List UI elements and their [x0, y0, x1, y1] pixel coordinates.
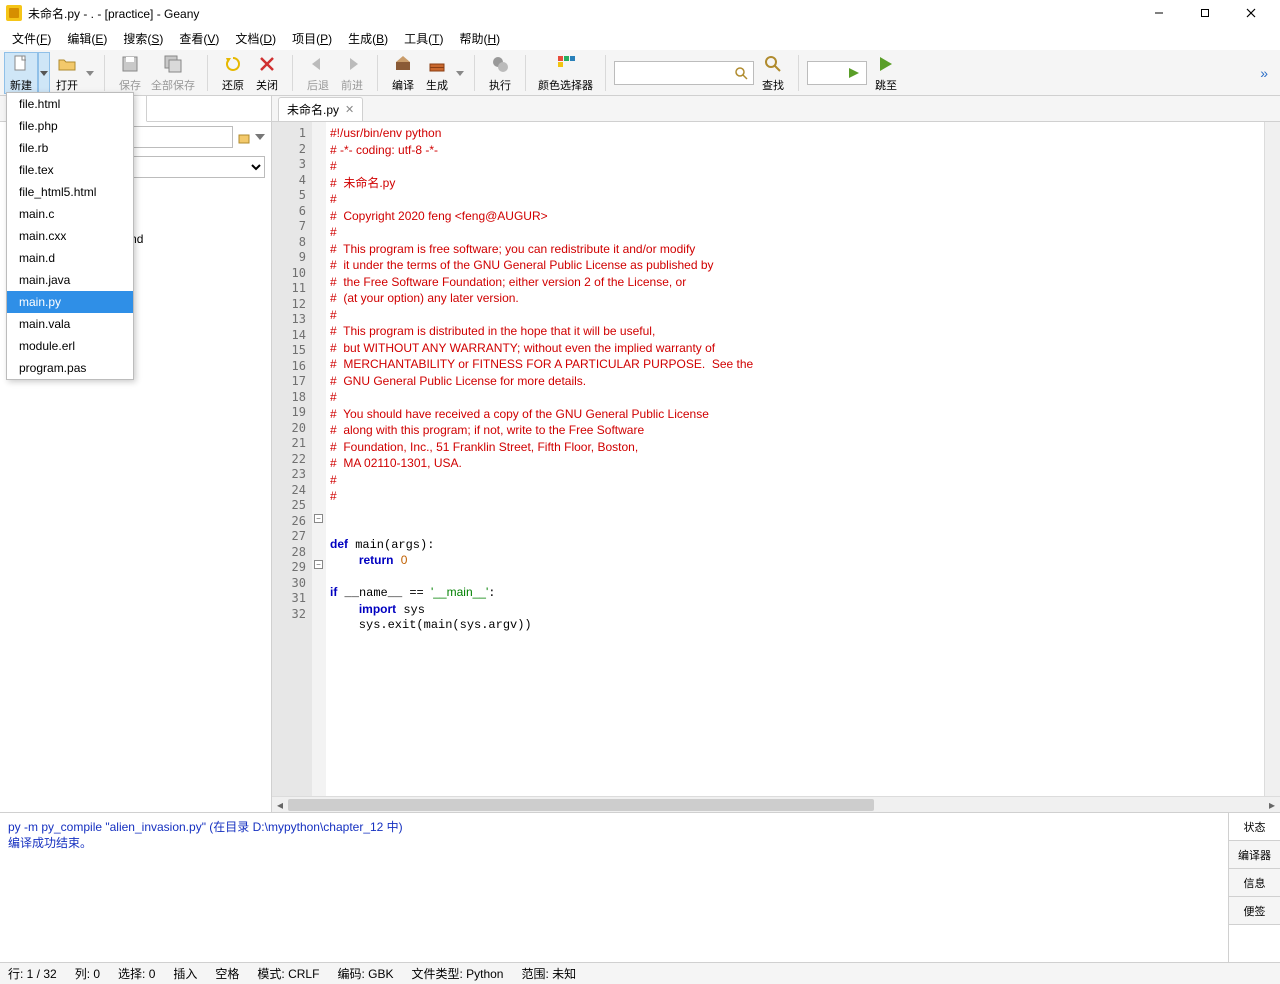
output-tab[interactable]: 便签 [1229, 897, 1280, 925]
tab-close-icon[interactable]: ✕ [345, 103, 354, 116]
save-all-icon [162, 53, 184, 75]
menu-h[interactable]: 帮助(H) [451, 27, 508, 50]
back-button[interactable]: 后退 [301, 52, 335, 94]
status-col: 列: 0 [75, 965, 100, 982]
menu-bar: 文件(F)编辑(E)搜索(S)查看(V)文档(D)项目(P)生成(B)工具(T)… [0, 26, 1280, 50]
close-file-button[interactable]: 关闭 [250, 52, 284, 94]
menu-b[interactable]: 生成(B) [340, 27, 396, 50]
folder-open-icon [56, 53, 78, 75]
menu-d[interactable]: 文档(D) [227, 27, 284, 50]
new-dropdown-arrow[interactable] [38, 52, 50, 94]
output-tab[interactable]: 状态 [1229, 813, 1280, 841]
forward-icon [341, 53, 363, 75]
menu-e[interactable]: 编辑(E) [59, 27, 115, 50]
template-item[interactable]: file_html5.html [7, 181, 133, 203]
file-tab-label: 未命名.py [287, 101, 339, 118]
maximize-button[interactable] [1182, 0, 1228, 26]
toolbar: 新建 打开 保存 全部保存 还原 [0, 50, 1280, 96]
new-template-dropdown[interactable]: file.htmlfile.phpfile.rbfile.texfile_htm… [6, 92, 134, 380]
output-text[interactable]: py -m py_compile "alien_invasion.py" (在目… [0, 813, 1228, 962]
color-picker-icon [555, 53, 577, 75]
line-number-gutter: 1 2 3 4 5 6 7 8 9 10 11 12 13 14 15 16 1… [272, 122, 312, 796]
menu-p[interactable]: 项目(P) [284, 27, 340, 50]
status-scope: 范围: 未知 [521, 965, 576, 982]
template-item[interactable]: main.java [7, 269, 133, 291]
open-button[interactable]: 打开 [50, 52, 84, 94]
compile-icon [392, 53, 414, 75]
menu-s[interactable]: 搜索(S) [115, 27, 171, 50]
title-bar: 未命名.py - . - [practice] - Geany [0, 0, 1280, 26]
menu-f[interactable]: 文件(F) [4, 27, 59, 50]
template-item[interactable]: main.py [7, 291, 133, 313]
template-item[interactable]: main.c [7, 203, 133, 225]
template-item[interactable]: main.vala [7, 313, 133, 335]
app-icon [6, 5, 22, 21]
new-file-icon [10, 53, 32, 75]
code-editor[interactable]: #!/usr/bin/env python # -*- coding: utf-… [326, 122, 1264, 796]
back-icon [307, 53, 329, 75]
search-field[interactable] [614, 61, 754, 85]
build-icon [426, 53, 448, 75]
editor-area: 未命名.py ✕ 1 2 3 4 5 6 7 8 9 10 11 12 13 1… [272, 96, 1280, 812]
build-dropdown-arrow[interactable] [454, 52, 466, 94]
gear-run-icon [489, 53, 511, 75]
fold-toggle[interactable]: − [314, 560, 323, 569]
template-item[interactable]: program.pas [7, 357, 133, 379]
path-dropdown-icon[interactable] [255, 132, 265, 142]
new-button[interactable]: 新建 [4, 52, 38, 94]
fold-column[interactable]: −− [312, 122, 326, 796]
search-field-icon [734, 66, 748, 80]
output-panel: py -m py_compile "alien_invasion.py" (在目… [0, 812, 1280, 962]
forward-button[interactable]: 前进 [335, 52, 369, 94]
revert-icon [222, 53, 244, 75]
template-item[interactable]: file.rb [7, 137, 133, 159]
save-button[interactable]: 保存 [113, 52, 147, 94]
fold-toggle[interactable]: − [314, 514, 323, 523]
find-button[interactable]: 查找 [756, 52, 790, 94]
template-item[interactable]: module.erl [7, 335, 133, 357]
vertical-scrollbar[interactable] [1264, 122, 1280, 796]
run-button[interactable]: 执行 [483, 52, 517, 94]
template-item[interactable]: file.php [7, 115, 133, 137]
template-item[interactable]: file.tex [7, 159, 133, 181]
close-button[interactable] [1228, 0, 1274, 26]
output-tab[interactable]: 信息 [1229, 869, 1280, 897]
menu-v[interactable]: 查看(V) [171, 27, 227, 50]
horizontal-scrollbar[interactable]: ◂▸ [272, 796, 1280, 812]
save-icon [119, 53, 141, 75]
compile-button[interactable]: 编译 [386, 52, 420, 94]
goto-field-icon [847, 66, 861, 80]
file-tab[interactable]: 未命名.py ✕ [278, 97, 363, 121]
bookmark-icon[interactable] [237, 130, 251, 144]
status-insert: 插入 [173, 965, 197, 982]
status-filetype: 文件类型: Python [411, 965, 503, 982]
status-whitespace: 空格 [215, 965, 239, 982]
status-bar: 行: 1 / 32 列: 0 选择: 0 插入 空格 模式: CRLF 编码: … [0, 962, 1280, 984]
search-icon [762, 53, 784, 75]
status-mode: 模式: CRLF [257, 965, 319, 982]
save-all-button[interactable]: 全部保存 [147, 52, 199, 94]
template-item[interactable]: file.html [7, 93, 133, 115]
goto-button[interactable]: 跳至 [869, 52, 903, 94]
editor-tabstrip: 未命名.py ✕ [272, 96, 1280, 122]
output-tabs: 状态编译器信息便签 [1228, 813, 1280, 962]
toolbar-overflow[interactable]: » [1252, 65, 1276, 81]
revert-button[interactable]: 还原 [216, 52, 250, 94]
window-title: 未命名.py - . - [practice] - Geany [28, 5, 199, 22]
output-tab[interactable]: 编译器 [1229, 841, 1280, 869]
open-dropdown-arrow[interactable] [84, 52, 96, 94]
status-encoding: 编码: GBK [337, 965, 393, 982]
color-picker-button[interactable]: 颜色选择器 [534, 52, 597, 94]
build-button[interactable]: 生成 [420, 52, 454, 94]
template-item[interactable]: main.d [7, 247, 133, 269]
template-item[interactable]: main.cxx [7, 225, 133, 247]
menu-t[interactable]: 工具(T) [396, 27, 451, 50]
status-selection: 选择: 0 [118, 965, 155, 982]
minimize-button[interactable] [1136, 0, 1182, 26]
status-line: 行: 1 / 32 [8, 965, 57, 982]
goto-icon [875, 53, 897, 75]
close-icon [256, 53, 278, 75]
